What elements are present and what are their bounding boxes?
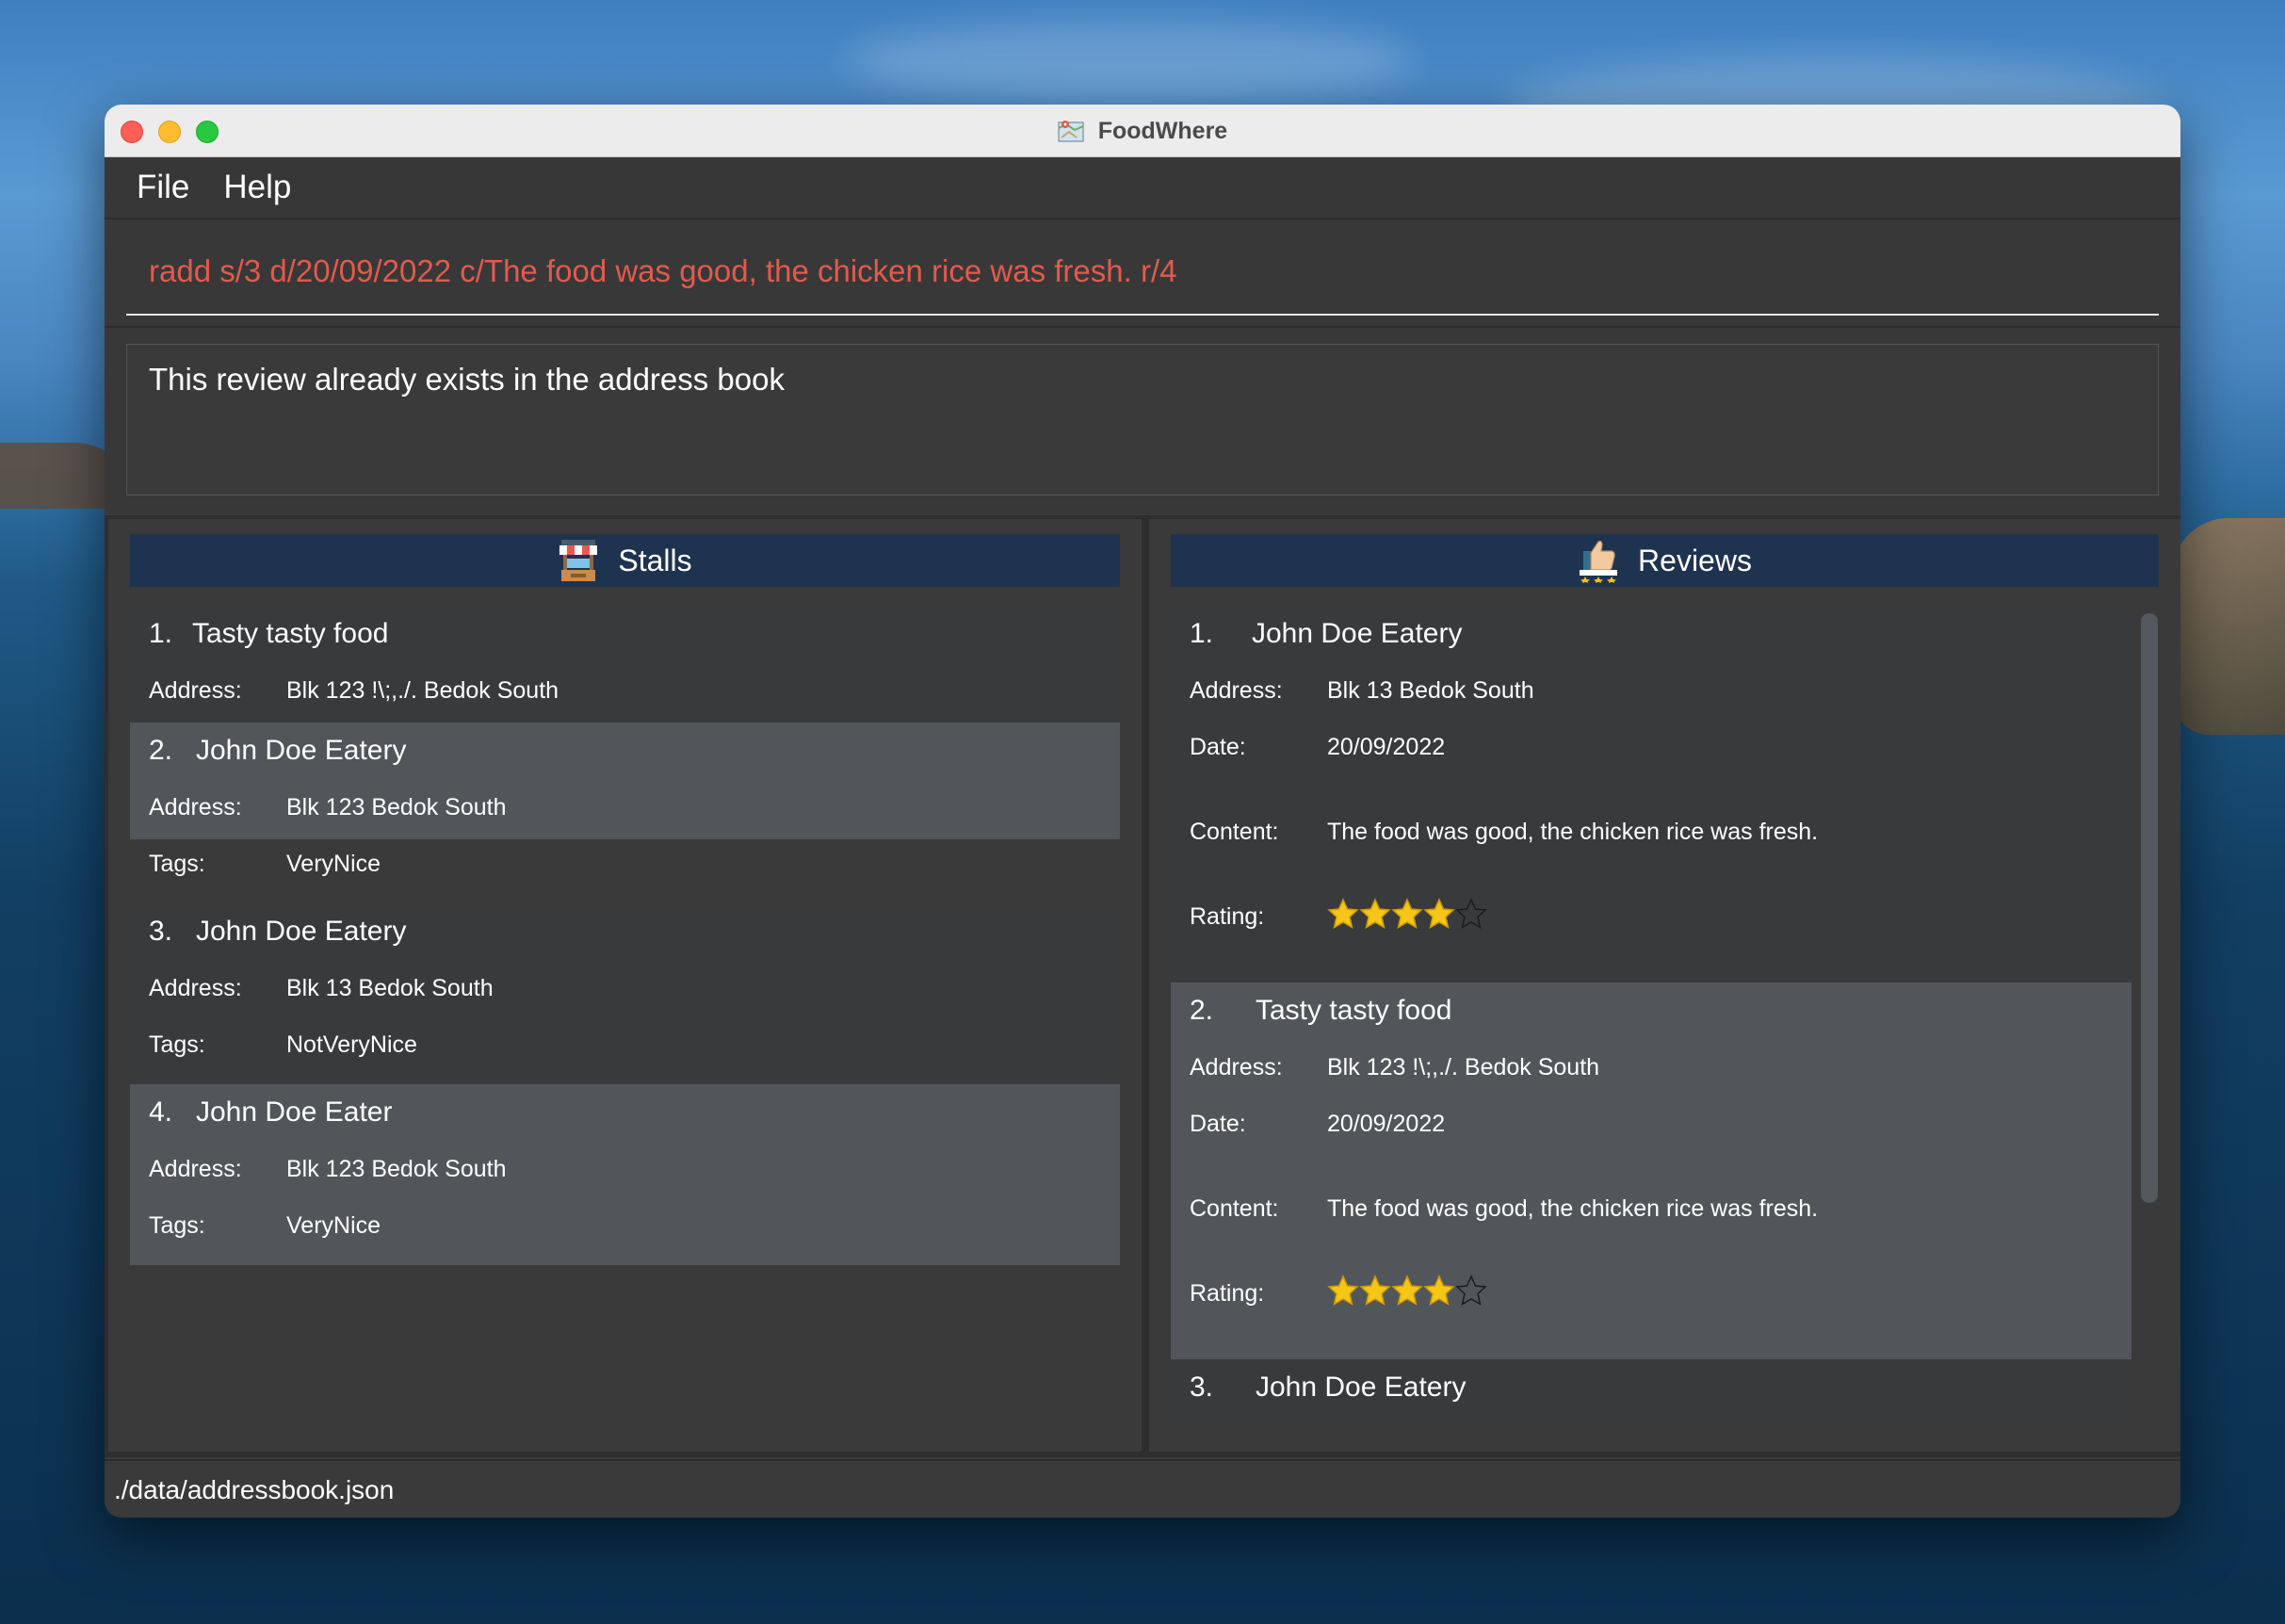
review-content-label: Content: — [1190, 819, 1279, 845]
review-rating-label: Rating: — [1190, 1280, 1265, 1307]
stall-address-label: Address: — [149, 794, 242, 820]
review-address-label: Address: — [1190, 677, 1283, 704]
title-bar: FoodWhere — [105, 105, 2180, 157]
review-date-label: Date: — [1190, 1111, 1246, 1137]
background-cliff — [2172, 518, 2285, 735]
review-content: The food was good, the chicken rice was … — [1327, 819, 1819, 845]
review-rating-label: Rating: — [1190, 903, 1265, 930]
stall-index: 1. — [149, 618, 173, 649]
stall-tags-label: Tags: — [149, 1212, 205, 1239]
app-window: FoodWhere File Help radd s/3 d/20/09/202… — [105, 105, 2180, 1518]
star-filled-icon — [1327, 898, 1359, 930]
review-address: Blk 123 !\;,./. Bedok South — [1327, 1054, 1600, 1080]
window-title: FoodWhere — [105, 105, 2180, 157]
star-filled-icon — [1327, 1275, 1359, 1307]
stall-card[interactable]: 4. John Doe Eater Address: Blk 123 Bedok… — [130, 1084, 1120, 1265]
rating-stars — [1327, 898, 1487, 930]
stall-address-label: Address: — [149, 975, 242, 1001]
review-index: 1. — [1190, 618, 1214, 649]
stall-tag: VeryNice — [286, 851, 381, 877]
star-filled-icon — [1423, 1275, 1455, 1307]
review-address-label: Address: — [1190, 1054, 1283, 1080]
review-card[interactable]: 1. John Doe Eatery Address: Blk 13 Bedok… — [1171, 606, 2131, 983]
stall-index: 3. — [149, 916, 173, 947]
stall-tags-label: Tags: — [149, 851, 205, 877]
rating-stars — [1327, 1275, 1487, 1307]
review-content-label: Content: — [1190, 1195, 1279, 1222]
stall-card[interactable]: 1. Tasty tasty food Address: Blk 123 !\;… — [130, 606, 1120, 723]
review-date-label: Date: — [1190, 734, 1246, 760]
stall-name: John Doe Eatery — [196, 916, 407, 947]
stall-name: John Doe Eater — [196, 1096, 393, 1128]
review-card[interactable]: 3. John Doe Eatery — [1171, 1359, 2131, 1425]
command-box: radd s/3 d/20/09/2022 c/The food was goo… — [105, 218, 2180, 326]
star-empty-icon — [1455, 898, 1487, 930]
stalls-header: Stalls — [130, 534, 1120, 587]
data-file-path: ./data/addressbook.json — [114, 1475, 395, 1504]
command-underline — [126, 314, 2159, 316]
stall-name: Tasty tasty food — [192, 618, 389, 649]
result-message: This review already exists in the addres… — [149, 362, 785, 397]
thumbs-up-review-icon — [1580, 540, 1618, 583]
menu-bar: File Help — [105, 157, 2180, 218]
menu-file[interactable]: File — [137, 169, 189, 206]
result-display: This review already exists in the addres… — [105, 326, 2180, 514]
reviews-panel: Reviews 1. John Doe Eatery Address: Blk … — [1149, 519, 2180, 1452]
star-empty-icon — [1455, 1275, 1487, 1307]
status-bar: ./data/addressbook.json — [105, 1459, 2180, 1518]
stall-address: Blk 123 Bedok South — [286, 1156, 507, 1182]
reviews-scrollbar[interactable] — [2141, 613, 2158, 1203]
stall-address: Blk 13 Bedok South — [286, 975, 494, 1001]
review-stall-name: Tasty tasty food — [1256, 995, 1452, 1026]
stall-address-label: Address: — [149, 677, 242, 704]
review-date: 20/09/2022 — [1327, 734, 1446, 760]
stall-card[interactable]: 3. John Doe Eatery Address: Blk 13 Bedok… — [130, 903, 1120, 1084]
stall-address: Blk 123 Bedok South — [286, 794, 507, 820]
stall-index: 2. — [149, 735, 173, 766]
star-filled-icon — [1391, 1275, 1423, 1307]
stall-address-label: Address: — [149, 1156, 242, 1182]
star-filled-icon — [1423, 898, 1455, 930]
review-stall-name: John Doe Eatery — [1252, 618, 1463, 649]
review-index: 2. — [1190, 995, 1214, 1026]
food-stall-icon — [559, 540, 598, 581]
menu-help[interactable]: Help — [223, 169, 291, 206]
star-filled-icon — [1359, 898, 1391, 930]
reviews-header: Reviews — [1171, 534, 2159, 587]
stall-tags-label: Tags: — [149, 1031, 205, 1058]
stall-name: John Doe Eatery — [196, 735, 407, 766]
stall-card[interactable]: 2. John Doe Eatery Address: Blk 123 Bedo… — [130, 723, 1120, 877]
review-card[interactable]: 2. Tasty tasty food Address: Blk 123 !\;… — [1171, 983, 2131, 1359]
review-content: The food was good, the chicken rice was … — [1327, 1195, 1819, 1222]
stalls-panel: Stalls 1. Tasty tasty food Address: Blk … — [108, 519, 1142, 1452]
review-index: 3. — [1190, 1372, 1214, 1403]
review-stall-name: John Doe Eatery — [1256, 1372, 1467, 1403]
stall-index: 4. — [149, 1096, 173, 1128]
reviews-header-label: Reviews — [1638, 543, 1752, 577]
lists-area: Stalls 1. Tasty tasty food Address: Blk … — [105, 515, 2180, 1457]
stall-tag: VeryNice — [286, 1212, 381, 1239]
command-input[interactable]: radd s/3 d/20/09/2022 c/The food was goo… — [149, 253, 1176, 289]
star-filled-icon — [1359, 1275, 1391, 1307]
background-cloud — [848, 19, 1413, 104]
reviews-list[interactable]: 1. John Doe Eatery Address: Blk 13 Bedok… — [1171, 606, 2131, 1425]
review-date: 20/09/2022 — [1327, 1111, 1446, 1137]
stall-address: Blk 123 !\;,./. Bedok South — [286, 677, 559, 704]
map-icon — [1058, 121, 1084, 142]
star-filled-icon — [1391, 898, 1423, 930]
review-address: Blk 13 Bedok South — [1327, 677, 1534, 704]
stalls-header-label: Stalls — [618, 543, 692, 577]
stall-tag: NotVeryNice — [286, 1031, 417, 1058]
result-box[interactable]: This review already exists in the addres… — [126, 344, 2159, 495]
